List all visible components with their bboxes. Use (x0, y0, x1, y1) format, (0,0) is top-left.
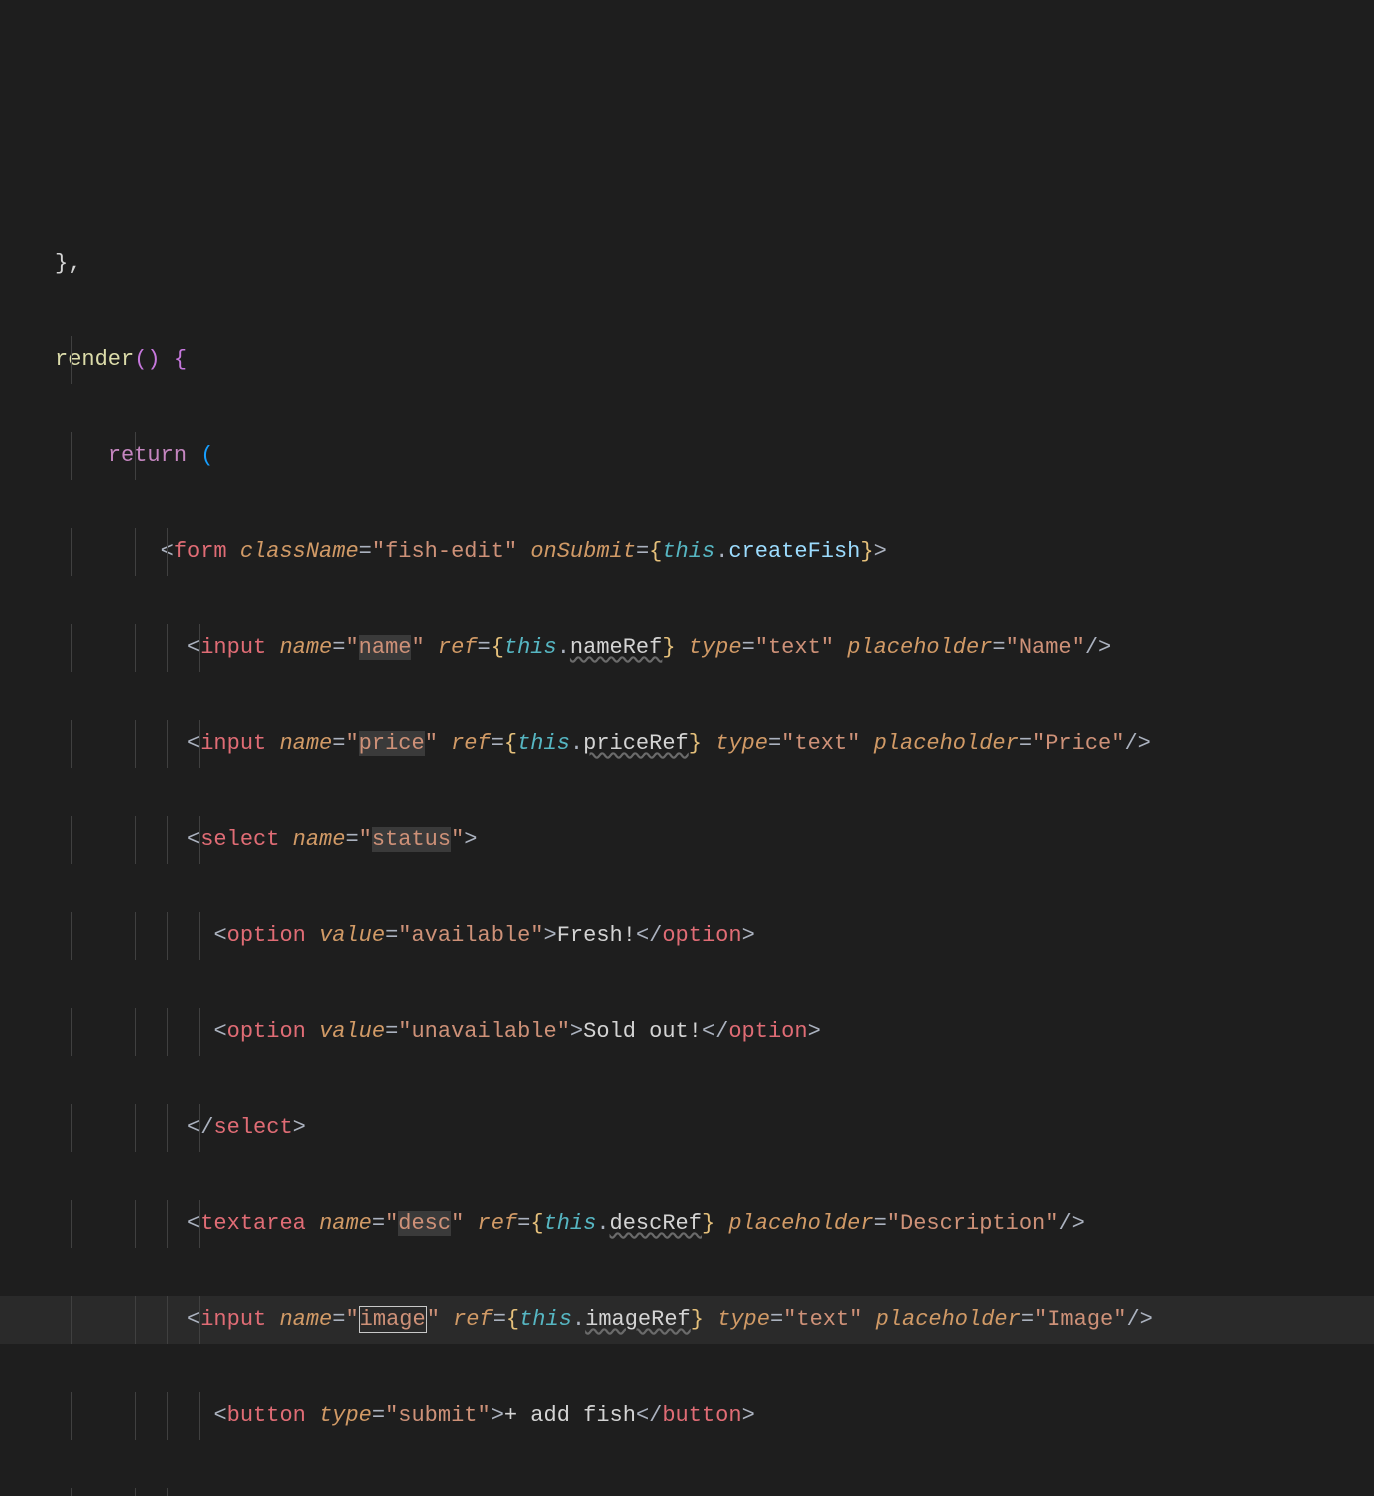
jsx-attr: className (240, 539, 359, 564)
string: "text" (783, 1307, 862, 1332)
jsx-tag: form (174, 539, 227, 564)
jsx-tag: textarea (200, 1211, 306, 1236)
code-line: <select name="status"> (0, 816, 1374, 864)
text: " (345, 1307, 358, 1332)
code-line: render() { (0, 336, 1374, 384)
selected-text: desc (398, 1211, 451, 1236)
text: " (345, 635, 358, 660)
jsx-tag: option (662, 923, 741, 948)
jsx-tag: input (200, 1307, 266, 1332)
jsx-tag: input (200, 731, 266, 756)
code-line: <button type="submit">+ add fish</button… (0, 1392, 1374, 1440)
string: "Description" (887, 1211, 1059, 1236)
jsx-attr: type (717, 1307, 770, 1332)
jsx-tag: option (227, 923, 306, 948)
text: + add fish (504, 1403, 636, 1428)
text: " (385, 1211, 398, 1236)
text: }, (55, 251, 81, 276)
code-line: <textarea name="desc" ref={this.descRef}… (0, 1200, 1374, 1248)
jsx-tag: button (662, 1403, 741, 1428)
jsx-attr: name (293, 827, 346, 852)
code-line: <option value="available">Fresh!</option… (0, 912, 1374, 960)
code-line-highlighted: <input name="image" ref={this.imageRef} … (0, 1296, 1374, 1344)
code-line: <input name="name" ref={this.nameRef} ty… (0, 624, 1374, 672)
jsx-attr: placeholder (847, 635, 992, 660)
code-line: <input name="price" ref={this.priceRef} … (0, 720, 1374, 768)
property: imageRef (585, 1307, 691, 1332)
string: "available" (398, 923, 543, 948)
jsx-attr: placeholder (728, 1211, 873, 1236)
string: "unavailable" (398, 1019, 570, 1044)
jsx-tag: select (200, 827, 279, 852)
jsx-attr: name (279, 1307, 332, 1332)
text: Fresh! (557, 923, 636, 948)
string: "submit" (385, 1403, 491, 1428)
cursor-selection: image (359, 1306, 427, 1333)
text: " (427, 1307, 440, 1332)
text: " (425, 731, 438, 756)
text: " (411, 635, 424, 660)
jsx-attr: name (279, 635, 332, 660)
string: "text" (781, 731, 860, 756)
string: "text" (755, 635, 834, 660)
text: " (359, 827, 372, 852)
jsx-attr: placeholder (876, 1307, 1021, 1332)
jsx-attr: onSubmit (530, 539, 636, 564)
selected-text: price (359, 731, 425, 756)
text: this (517, 731, 570, 756)
jsx-attr: type (689, 635, 742, 660)
jsx-attr: value (319, 1019, 385, 1044)
code-line: </select> (0, 1104, 1374, 1152)
method: createFish (728, 539, 860, 564)
property: descRef (610, 1211, 702, 1236)
text: { (161, 347, 187, 372)
code-line: <option value="unavailable">Sold out!</o… (0, 1008, 1374, 1056)
jsx-attr: name (319, 1211, 372, 1236)
jsx-attr: ref (451, 731, 491, 756)
selected-text: name (359, 635, 412, 660)
text: () (134, 347, 160, 372)
text: this (544, 1211, 597, 1236)
jsx-attr: ref (478, 1211, 518, 1236)
code-editor[interactable]: }, render() { return ( <form className="… (0, 192, 1374, 1496)
text: ( (187, 443, 213, 468)
text: Sold out! (583, 1019, 702, 1044)
jsx-tag: option (728, 1019, 807, 1044)
keyword: return (108, 443, 187, 468)
property: nameRef (570, 635, 662, 660)
jsx-tag: button (227, 1403, 306, 1428)
code-line: }, (0, 240, 1374, 288)
jsx-attr: type (319, 1403, 372, 1428)
text: this (519, 1307, 572, 1332)
jsx-attr: placeholder (874, 731, 1019, 756)
jsx-attr: ref (453, 1307, 493, 1332)
jsx-attr: ref (438, 635, 478, 660)
jsx-tag: select (213, 1115, 292, 1140)
text: " (451, 1211, 464, 1236)
text: this (662, 539, 715, 564)
function-name: render (55, 347, 134, 372)
property: priceRef (583, 731, 689, 756)
string: "Name" (1006, 635, 1085, 660)
code-line: return ( (0, 432, 1374, 480)
string: "Image" (1034, 1307, 1126, 1332)
jsx-tag: input (200, 635, 266, 660)
code-line: </form> (0, 1488, 1374, 1496)
jsx-tag: option (227, 1019, 306, 1044)
jsx-attr: type (715, 731, 768, 756)
string: "Price" (1032, 731, 1124, 756)
jsx-attr: name (279, 731, 332, 756)
text: " (345, 731, 358, 756)
text: this (504, 635, 557, 660)
selected-text: status (372, 827, 451, 852)
jsx-attr: value (319, 923, 385, 948)
text: " (451, 827, 464, 852)
code-line: <form className="fish-edit" onSubmit={th… (0, 528, 1374, 576)
string: "fish-edit" (372, 539, 517, 564)
